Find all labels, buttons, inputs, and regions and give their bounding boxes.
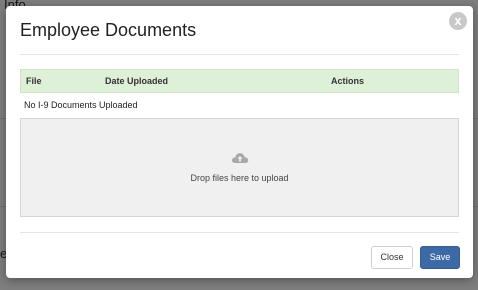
documents-table-header: File Date Uploaded Actions xyxy=(20,69,459,93)
header-divider xyxy=(20,54,459,55)
column-header-actions: Actions xyxy=(331,76,365,86)
footer-divider xyxy=(20,232,459,233)
employee-documents-modal: Employee Documents x File Date Uploaded … xyxy=(6,6,473,278)
dropzone-label: Drop files here to upload xyxy=(190,173,289,183)
column-header-file: File xyxy=(26,76,42,86)
file-dropzone[interactable]: Drop files here to upload xyxy=(20,118,459,217)
modal-title: Employee Documents xyxy=(20,20,197,40)
save-button[interactable]: Save xyxy=(420,246,460,269)
column-header-date-uploaded: Date Uploaded xyxy=(105,76,169,86)
cloud-upload-icon xyxy=(231,153,248,163)
close-icon[interactable]: x xyxy=(449,12,467,30)
empty-documents-message: No I-9 Documents Uploaded xyxy=(24,100,138,110)
close-button[interactable]: Close xyxy=(371,246,413,269)
